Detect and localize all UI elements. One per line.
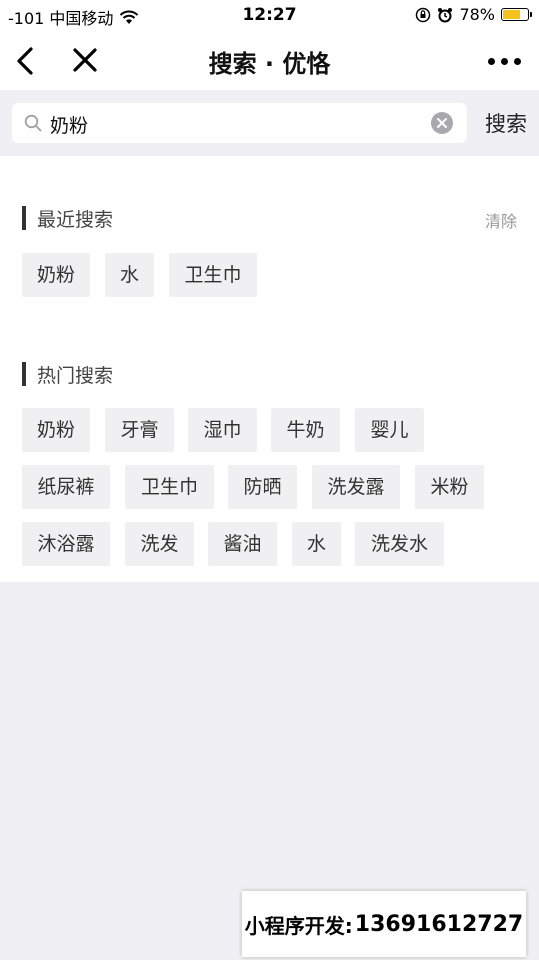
- search-area: 搜索: [0, 90, 539, 156]
- hot-tag[interactable]: 米粉: [415, 465, 484, 509]
- hot-tag[interactable]: 牛奶: [271, 408, 340, 452]
- hot-tag[interactable]: 酱油: [208, 522, 277, 566]
- hot-tag[interactable]: 防晒: [228, 465, 297, 509]
- status-bar: -101 中国移动 12:27 78%: [0, 0, 539, 32]
- section-marker: [22, 206, 26, 230]
- search-suggestions: 最近搜索 清除 奶粉 水 卫生巾 热门搜索 奶粉 牙膏 湿巾 牛奶 婴儿 纸尿裤…: [0, 156, 539, 582]
- recent-search-header: 最近搜索: [22, 205, 113, 231]
- hot-tag[interactable]: 婴儿: [355, 408, 424, 452]
- battery-percent: 78%: [459, 5, 495, 24]
- watermark-phone: 13691612727: [354, 911, 524, 937]
- hot-tag[interactable]: 纸尿裤: [22, 465, 110, 509]
- orientation-lock-icon: [416, 7, 431, 22]
- search-box[interactable]: [12, 103, 467, 143]
- hot-tag[interactable]: 湿巾: [188, 408, 257, 452]
- page-title: 搜索 · 优恪: [208, 50, 331, 78]
- clear-input-icon[interactable]: [431, 112, 453, 134]
- hot-tag[interactable]: 洗发水: [355, 522, 444, 566]
- battery-icon: [501, 8, 532, 21]
- hot-tag[interactable]: 奶粉: [22, 408, 90, 452]
- recent-tag[interactable]: 水: [105, 253, 154, 297]
- hot-tag[interactable]: 沐浴露: [22, 522, 110, 566]
- hot-tag[interactable]: 卫生巾: [125, 465, 214, 509]
- battery-fill: [503, 10, 520, 19]
- more-dot: [514, 58, 521, 65]
- hot-tag[interactable]: 洗发: [125, 522, 194, 566]
- nav-bar: 搜索 · 优恪: [0, 32, 539, 90]
- hot-tag[interactable]: 牙膏: [105, 408, 174, 452]
- hot-search-title: 热门搜索: [37, 364, 114, 387]
- alarm-icon: [438, 7, 453, 22]
- recent-tag[interactable]: 卫生巾: [169, 253, 257, 297]
- section-marker: [22, 362, 26, 386]
- hot-search-header: 热门搜索: [22, 361, 113, 387]
- search-icon: [24, 114, 42, 132]
- recent-tag[interactable]: 奶粉: [22, 253, 90, 297]
- more-icon[interactable]: [488, 58, 521, 65]
- contact-watermark: 小程序开发: 13691612727: [242, 891, 526, 957]
- more-dot: [501, 58, 508, 65]
- more-dot: [488, 58, 495, 65]
- clear-x-icon: [437, 118, 447, 128]
- status-right: 78%: [415, 5, 532, 24]
- search-button[interactable]: 搜索: [485, 108, 527, 138]
- hot-tag[interactable]: 洗发露: [312, 465, 400, 509]
- clear-history-button[interactable]: 清除: [485, 208, 517, 232]
- search-input[interactable]: [48, 107, 432, 141]
- recent-search-title: 最近搜索: [37, 208, 114, 231]
- watermark-label: 小程序开发:: [244, 913, 353, 938]
- hot-tag[interactable]: 水: [292, 522, 341, 566]
